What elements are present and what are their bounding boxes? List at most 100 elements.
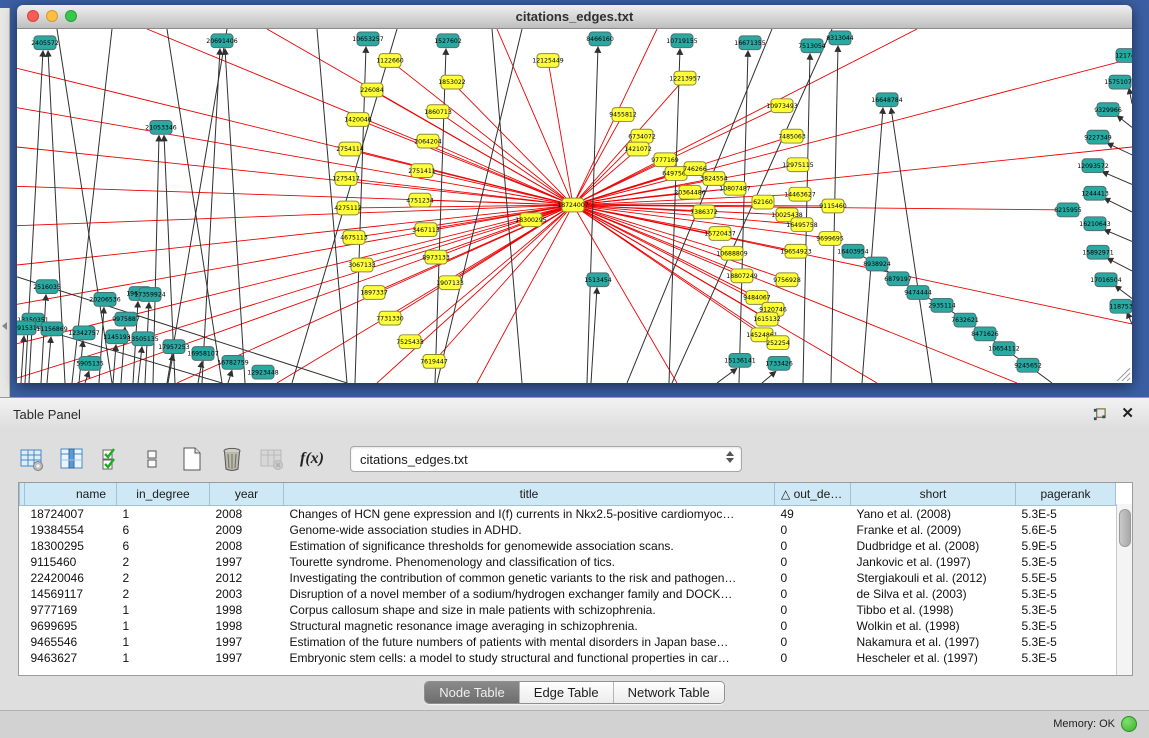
graph-node[interactable]: 9777169 xyxy=(651,153,679,167)
graph-node[interactable]: 2516035 xyxy=(33,280,61,294)
graph-node[interactable]: 1527602 xyxy=(434,34,462,48)
graph-node[interactable]: 18724007 xyxy=(557,198,589,212)
graph-node[interactable]: 18300295 xyxy=(515,213,547,227)
column-header[interactable]: short xyxy=(851,483,1016,506)
table-row[interactable]: 2242004622012Investigating the contribut… xyxy=(20,570,1116,586)
table-cell[interactable]: 0 xyxy=(775,554,851,570)
table-cell[interactable]: Genome-wide association studies in ADHD. xyxy=(284,522,775,538)
graph-node[interactable]: 1897337 xyxy=(360,286,388,300)
graph-node[interactable]: 1421072 xyxy=(624,142,652,156)
graph-node[interactable]: 7386372 xyxy=(690,205,718,219)
graph-node[interactable]: 391531 xyxy=(17,321,37,335)
table-row[interactable]: 946554611997Estimation of the future num… xyxy=(20,634,1116,650)
table-cell[interactable]: 9777169 xyxy=(25,602,117,618)
graph-node[interactable]: 10688809 xyxy=(716,246,748,260)
table-cell[interactable]: 5.3E-5 xyxy=(1016,602,1116,618)
graph-node[interactable]: 16958107 xyxy=(187,347,219,361)
node-table-grid[interactable]: namein_degreeyeartitle△ out_de…shortpage… xyxy=(18,482,1133,676)
table-mode-button[interactable] xyxy=(18,445,46,473)
table-row[interactable]: 1830029562008Estimation of significance … xyxy=(20,538,1116,554)
graph-node[interactable]: 10654112 xyxy=(988,342,1020,356)
table-cell[interactable]: Estimation of significance thresholds fo… xyxy=(284,538,775,554)
network-canvas[interactable]: 18724007 18300295 1122660 226084 1420046 2754… xyxy=(17,29,1132,383)
graph-node[interactable]: 1122660 xyxy=(376,54,404,68)
graph-node[interactable]: 2754114 xyxy=(336,142,364,156)
table-cell[interactable]: 19384554 xyxy=(25,522,117,538)
table-cell[interactable]: Structural magnetic resonance image aver… xyxy=(284,618,775,634)
graph-node[interactable]: 20691406 xyxy=(206,34,238,48)
table-cell[interactable]: 5.6E-5 xyxy=(1016,522,1116,538)
graph-node[interactable]: 3467113 xyxy=(412,223,440,237)
table-cell[interactable]: 1997 xyxy=(210,650,284,666)
graph-node[interactable]: 18807249 xyxy=(726,269,758,283)
column-header[interactable]: name xyxy=(25,483,117,506)
table-cell[interactable]: Stergiakouli et al. (2012) xyxy=(851,570,1016,586)
table-cell[interactable]: 9465546 xyxy=(25,634,117,650)
table-cell[interactable]: 5.9E-5 xyxy=(1016,538,1116,554)
graph-node[interactable]: 4751234 xyxy=(406,193,434,207)
table-cell[interactable]: 0 xyxy=(775,618,851,634)
graph-node[interactable]: 20206536 xyxy=(89,293,121,307)
graph-node[interactable]: 15720437 xyxy=(704,227,736,241)
graph-node[interactable]: 3067133 xyxy=(348,258,376,272)
table-cell[interactable]: Jankovic et al. (1997) xyxy=(851,554,1016,570)
table-cell[interactable]: 1997 xyxy=(210,634,284,650)
graph-node[interactable]: 9975887 xyxy=(112,312,140,326)
graph-node[interactable]: 121743 xyxy=(1115,49,1132,63)
table-cell[interactable]: 2003 xyxy=(210,586,284,602)
table-cell[interactable]: Corpus callosum shape and size in male p… xyxy=(284,602,775,618)
graph-node[interactable]: 9474444 xyxy=(904,286,932,300)
table-cell[interactable]: Changes of HCN gene expression and I(f) … xyxy=(284,506,775,523)
graph-node[interactable]: 9115460 xyxy=(819,199,847,213)
graph-node[interactable]: 9329966 xyxy=(1094,103,1122,117)
graph-node[interactable]: 17359924 xyxy=(134,288,166,302)
graph-node[interactable]: 16648784 xyxy=(871,93,903,107)
graph-node[interactable]: 1907133 xyxy=(436,276,464,290)
table-cell[interactable]: 5.3E-5 xyxy=(1016,554,1116,570)
graph-node[interactable]: 10807487 xyxy=(719,181,751,195)
graph-node[interactable]: 4675113 xyxy=(340,231,368,245)
graph-node[interactable]: 2064204 xyxy=(414,134,442,148)
graph-node[interactable]: 7731330 xyxy=(376,311,404,325)
graph-node[interactable]: 7485063 xyxy=(778,129,806,143)
table-cell[interactable]: Wolkin et al. (1998) xyxy=(851,618,1016,634)
graph-node[interactable]: 9756928 xyxy=(773,273,801,287)
table-cell[interactable]: 1998 xyxy=(210,618,284,634)
table-cell[interactable]: 0 xyxy=(775,602,851,618)
scrollbar-thumb[interactable] xyxy=(1119,509,1131,547)
table-cell[interactable]: 5.3E-5 xyxy=(1016,634,1116,650)
table-cell[interactable]: 6 xyxy=(117,538,210,554)
graph-node[interactable]: 1860713 xyxy=(424,105,452,119)
table-cell[interactable]: Dudbridge et al. (2008) xyxy=(851,538,1016,554)
table-cell[interactable]: Hescheler et al. (1997) xyxy=(851,650,1016,666)
table-row[interactable]: 1938455462009Genome-wide association stu… xyxy=(20,522,1116,538)
table-row[interactable]: 911546021997Tourette syndrome. Phenomeno… xyxy=(20,554,1116,570)
column-header[interactable]: △ out_de… xyxy=(775,483,851,506)
graph-node[interactable]: 9245652 xyxy=(1014,358,1042,372)
graph-node[interactable]: 226084 xyxy=(360,83,384,97)
table-cell[interactable]: 5.3E-5 xyxy=(1016,586,1116,602)
table-cell[interactable]: 1 xyxy=(117,602,210,618)
tab-node-table[interactable]: Node Table xyxy=(425,682,520,703)
close-panel-icon[interactable]: ✕ xyxy=(1121,405,1134,423)
graph-node[interactable]: 12342757 xyxy=(68,326,100,340)
graph-node[interactable]: 10653257 xyxy=(352,32,384,46)
graph-node[interactable]: 1420046 xyxy=(344,113,372,127)
table-cell[interactable]: 1997 xyxy=(210,554,284,570)
graph-node[interactable]: 8973133 xyxy=(422,250,450,264)
column-visibility-button[interactable] xyxy=(58,445,86,473)
graph-node[interactable]: 16210643 xyxy=(1079,217,1111,231)
graph-node[interactable]: 12923448 xyxy=(247,365,279,379)
graph-node[interactable]: 1513454 xyxy=(584,273,612,287)
table-cell[interactable]: Franke et al. (2009) xyxy=(851,522,1016,538)
graph-node[interactable]: 15751074 xyxy=(1104,75,1132,89)
table-cell[interactable]: 0 xyxy=(775,522,851,538)
graph-node[interactable]: 16495758 xyxy=(786,218,818,232)
table-cell[interactable]: 1 xyxy=(117,634,210,650)
graph-node[interactable]: 2751411 xyxy=(408,164,436,178)
table-cell[interactable]: 2008 xyxy=(210,506,284,523)
table-cell[interactable]: 1 xyxy=(117,506,210,523)
table-cell[interactable]: Estimation of the future numbers of pati… xyxy=(284,634,775,650)
column-header[interactable]: pagerank xyxy=(1016,483,1116,506)
graph-node[interactable]: 1615132 xyxy=(753,312,781,326)
